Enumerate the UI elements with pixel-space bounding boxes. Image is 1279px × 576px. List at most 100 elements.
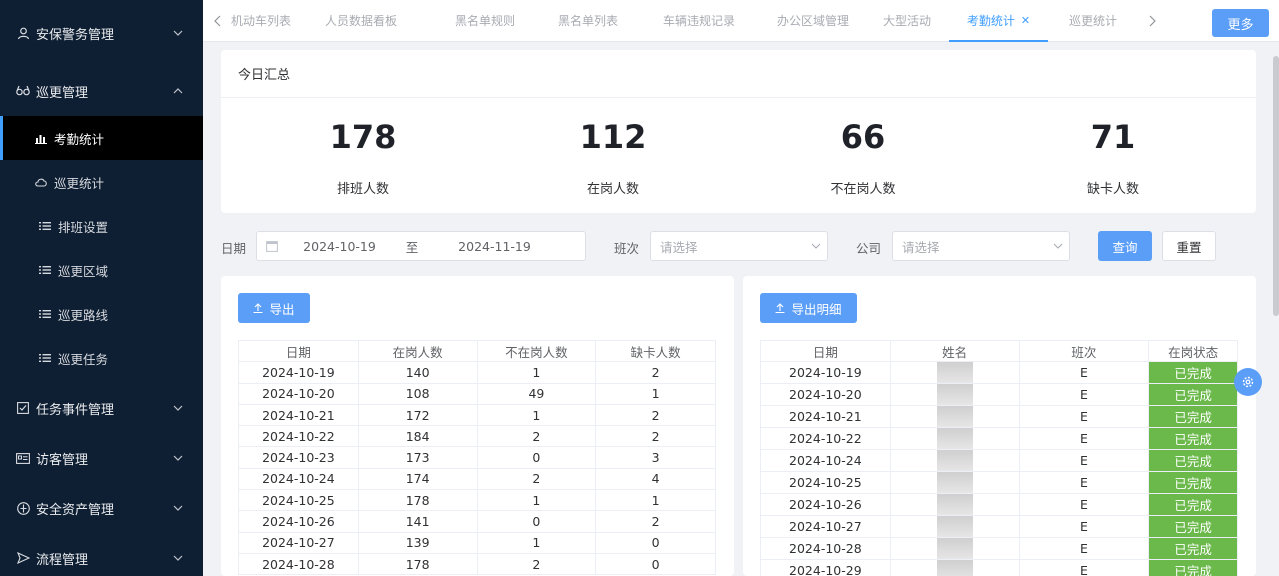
sidebar-item-shift-settings[interactable]: 排班设置 <box>0 204 203 248</box>
tabs-prev-icon[interactable] <box>203 0 231 42</box>
table-cell: E <box>1018 361 1150 385</box>
export-label: 导出 <box>269 301 295 317</box>
upload-icon <box>253 303 263 313</box>
table-row: 2024-10-19 E 已完成 <box>760 361 1238 385</box>
date-start[interactable]: 2024-10-19 <box>287 239 392 254</box>
reset-button[interactable]: 重置 <box>1162 231 1216 261</box>
settings-gear-icon[interactable] <box>1234 368 1262 396</box>
export-detail-button[interactable]: 导出明细 <box>760 293 857 323</box>
sidebar-item-patrol-stats[interactable]: 巡更统计 <box>0 160 203 204</box>
menu-group-assets[interactable]: 安全资产管理 <box>0 483 203 533</box>
menu-group-label: 任务事件管理 <box>36 402 115 418</box>
tab-blacklist-rules[interactable]: 黑名单规则 <box>431 0 539 42</box>
table-row: 2024-10-26 E 已完成 <box>760 493 1238 517</box>
redacted-name <box>936 384 973 406</box>
tab-label: 黑名单规则 <box>454 14 515 28</box>
table-cell: 2024-10-20 <box>760 383 891 407</box>
table-cell: 0 <box>595 531 716 554</box>
column-header: 缺卡人数 <box>595 339 716 363</box>
menu-group-tasks[interactable]: 任务事件管理 <box>0 383 203 433</box>
page-scrollbar[interactable] <box>1273 56 1279 316</box>
tab-large-events[interactable]: 大型活动 <box>865 0 949 42</box>
date-label: 日期 <box>221 241 247 256</box>
tab-vehicle-violations[interactable]: 车辆违规记录 <box>637 0 761 42</box>
tab-label: 车辆违规记录 <box>662 14 735 28</box>
stat-label: 在岗人数 <box>586 182 639 197</box>
calendar-icon <box>257 240 287 252</box>
stat-label: 排班人数 <box>336 182 389 197</box>
stat-label: 缺卡人数 <box>1086 182 1139 197</box>
detail-panel: 导出明细 日期 姓名 班次 在岗状态 2024-10-19 E 已完成 2024-10-20… <box>743 276 1256 576</box>
menu-group-patrol[interactable]: 巡更管理 <box>0 66 203 116</box>
table-cell: E <box>1018 515 1150 539</box>
table-row: 2024-10-25 E 已完成 <box>760 471 1238 495</box>
table-cell: 2 <box>476 552 597 576</box>
table-cell: 2024-10-19 <box>760 361 891 385</box>
table-cell: 174 <box>357 467 478 491</box>
table-cell: 1 <box>595 382 716 405</box>
send-icon <box>16 551 30 565</box>
date-end[interactable]: 2024-11-19 <box>432 239 557 254</box>
table-row: 2024-10-28 E 已完成 <box>760 537 1238 561</box>
chevron-down-icon <box>173 553 183 563</box>
table-cell: 2 <box>595 510 716 533</box>
table-row: 2024-10-24 E 已完成 <box>760 449 1238 473</box>
close-icon[interactable]: ✕ <box>1021 14 1030 27</box>
menu-group-workflow[interactable]: 流程管理 <box>0 533 203 576</box>
table-cell <box>889 427 1020 451</box>
sidebar-item-patrol-task[interactable]: 巡更任务 <box>0 336 203 380</box>
tab-vehicle-list[interactable]: 机动车列表 <box>231 0 291 42</box>
table-cell: 172 <box>357 403 478 427</box>
menu-group-security[interactable]: 安保警务管理 <box>0 0 203 66</box>
sidebar: 安保警务管理 巡更管理 考勤统计 巡更统计 排班设置 巡更区域 巡更路线 巡更任… <box>0 0 203 576</box>
table-cell: 2024-10-27 <box>760 515 891 539</box>
cloud-icon <box>34 177 48 187</box>
stat-missing-card: 71 缺卡人数 <box>988 112 1238 197</box>
sidebar-item-patrol-area[interactable]: 巡更区域 <box>0 248 203 292</box>
stat-label: 不在岗人数 <box>830 182 896 197</box>
tab-office-area[interactable]: 办公区域管理 <box>761 0 865 42</box>
chevron-down-icon <box>173 403 183 413</box>
redacted-name <box>936 406 973 428</box>
upload-icon <box>775 303 785 313</box>
menu-group-visitors[interactable]: 访客管理 <box>0 433 203 483</box>
company-placeholder: 请选择 <box>902 239 940 255</box>
list-icon <box>38 309 52 319</box>
query-button[interactable]: 查询 <box>1098 231 1152 261</box>
tab-personnel-dashboard[interactable]: 人员数据看板 <box>291 0 431 42</box>
table-cell: 2024-10-21 <box>760 405 891 429</box>
id-card-icon <box>16 451 30 465</box>
export-button[interactable]: 导出 <box>238 293 310 323</box>
redacted-name <box>936 494 973 516</box>
tab-patrol-stats[interactable]: 巡更统计 <box>1048 0 1138 42</box>
chevron-down-icon <box>173 28 183 38</box>
company-select[interactable]: 请选择 <box>892 231 1070 261</box>
table-cell: E <box>1018 471 1150 495</box>
sidebar-item-label: 考勤统计 <box>54 131 105 147</box>
table-cell <box>889 449 1020 473</box>
stat-off-duty: 66 不在岗人数 <box>738 112 988 197</box>
sidebar-item-patrol-route[interactable]: 巡更路线 <box>0 292 203 336</box>
redacted-name <box>936 516 973 538</box>
table-cell: 已完成 <box>1148 427 1238 451</box>
tab-attendance-stats[interactable]: 考勤统计 ✕ <box>949 0 1048 42</box>
date-range-picker[interactable]: 2024-10-19 至 2024-11-19 <box>256 231 586 261</box>
column-header: 日期 <box>760 339 891 363</box>
table-cell: E <box>1018 449 1150 473</box>
table-cell: 0 <box>476 446 597 469</box>
shift-placeholder: 请选择 <box>660 239 698 255</box>
column-header: 不在岗人数 <box>476 339 597 363</box>
table-cell: 140 <box>357 361 478 384</box>
table-cell: 184 <box>357 425 478 448</box>
redacted-name <box>936 428 973 450</box>
tabs-next-icon[interactable] <box>1138 0 1166 42</box>
daily-summary-table: 日期 在岗人数 不在岗人数 缺卡人数 2024-10-19 140 1 2 2024-10-2… <box>238 339 716 576</box>
sidebar-item-attendance-stats[interactable]: 考勤统计 <box>0 116 203 160</box>
more-button[interactable]: 更多 <box>1212 9 1269 37</box>
stat-value: 112 <box>579 118 647 156</box>
shift-select[interactable]: 请选择 <box>650 231 828 261</box>
table-cell: 已完成 <box>1148 493 1238 517</box>
tabs-bar: 机动车列表 人员数据看板 黑名单规则 黑名单列表 车辆违规记录 办公区域管理 大… <box>203 0 1279 42</box>
tab-blacklist[interactable]: 黑名单列表 <box>539 0 637 42</box>
table-cell: 108 <box>357 382 478 405</box>
